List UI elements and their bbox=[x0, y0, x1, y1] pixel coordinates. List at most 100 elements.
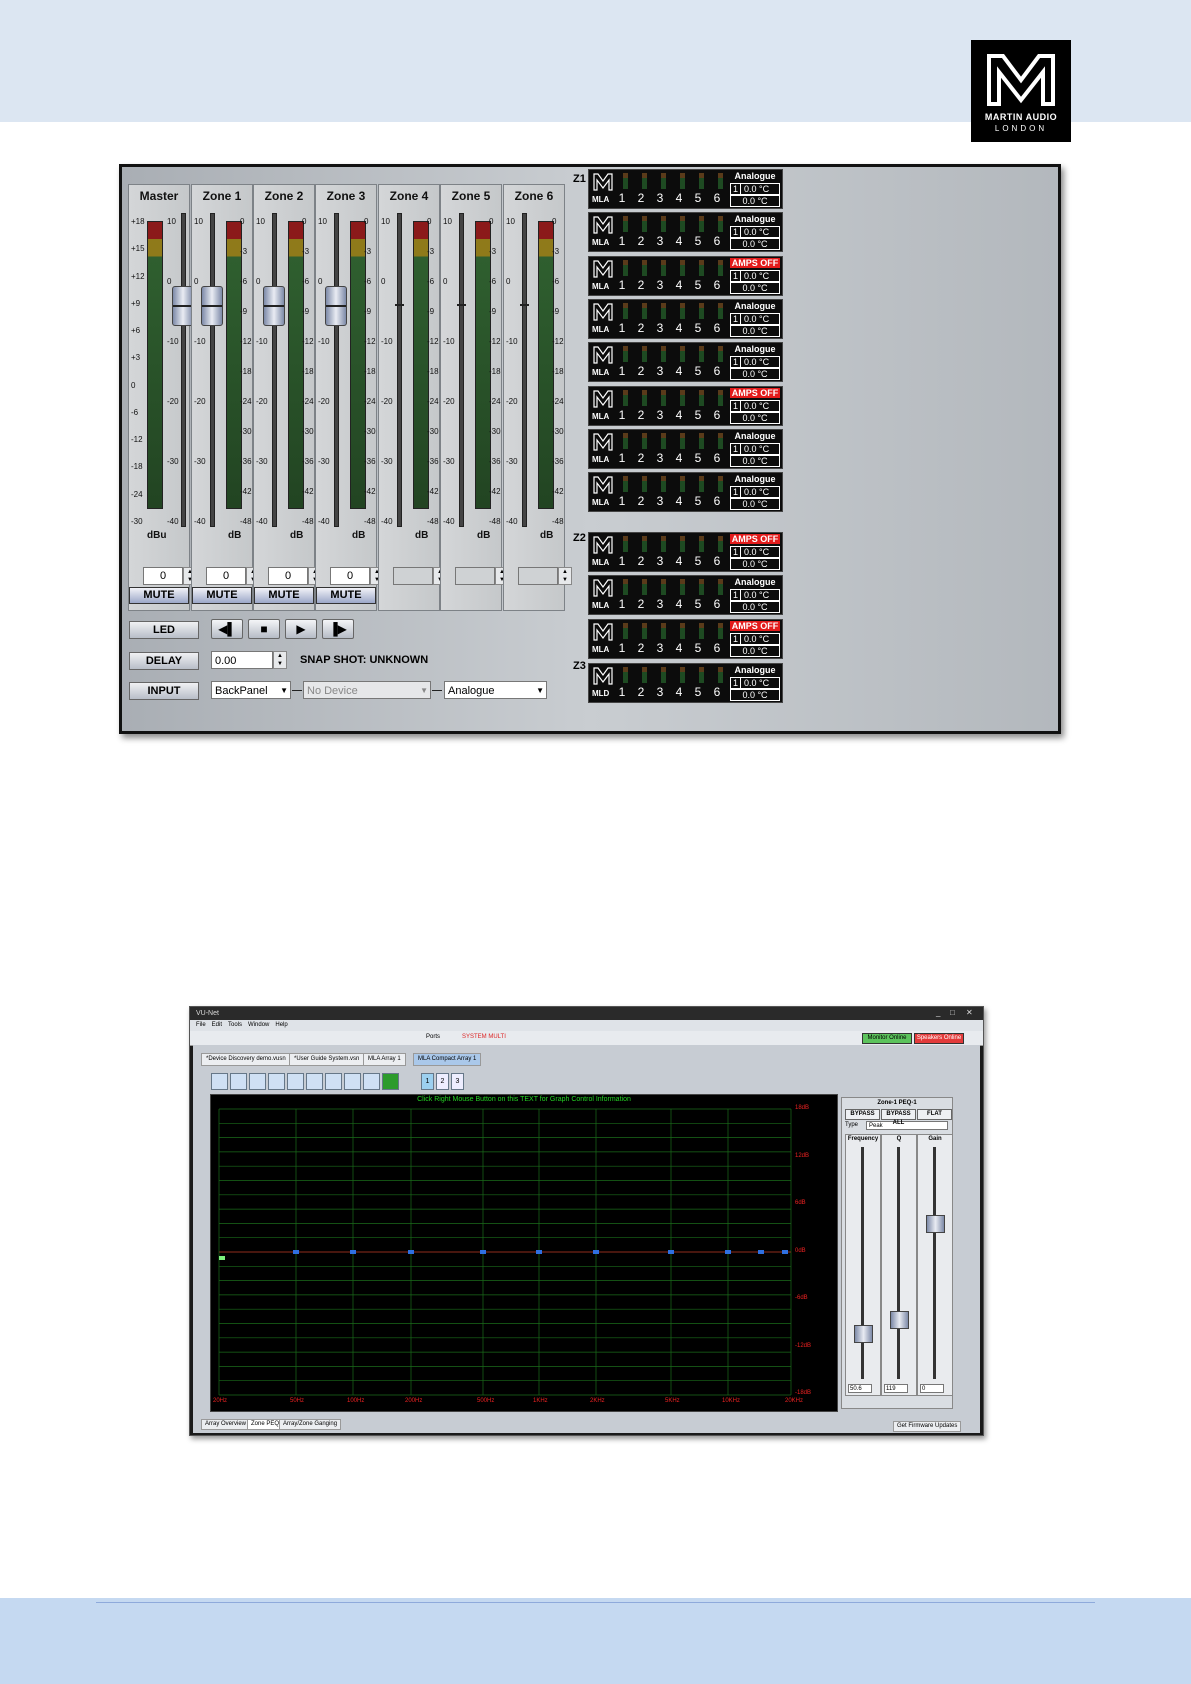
eq-band-handle[interactable] bbox=[725, 1250, 731, 1254]
menu-item[interactable]: Edit bbox=[212, 1022, 222, 1028]
graph-tool-icon[interactable] bbox=[249, 1073, 266, 1090]
mute-button[interactable]: MUTE bbox=[192, 587, 252, 604]
graph-tool-icon[interactable] bbox=[268, 1073, 285, 1090]
eq-band-handle[interactable] bbox=[408, 1250, 414, 1254]
graph-tool-icon[interactable] bbox=[344, 1073, 361, 1090]
page-button[interactable]: 1 bbox=[421, 1073, 434, 1090]
document-tab[interactable]: MLA Compact Array 1 bbox=[413, 1053, 482, 1066]
maximize-icon[interactable]: □ bbox=[950, 1008, 955, 1017]
level-spinbox[interactable]: 0 bbox=[206, 567, 246, 585]
page-button[interactable]: 2 bbox=[436, 1073, 449, 1090]
input-type-select[interactable]: Analogue ▼ bbox=[444, 681, 547, 699]
eq-band-handle[interactable] bbox=[782, 1250, 788, 1254]
peq-slider[interactable] bbox=[854, 1325, 873, 1343]
channel-number: 5 bbox=[694, 278, 702, 292]
menu-item[interactable]: File bbox=[196, 1022, 206, 1028]
eq-band-handle[interactable] bbox=[758, 1250, 764, 1254]
document-tab[interactable]: *User Guide System.vsn bbox=[289, 1053, 365, 1066]
amp-unit[interactable]: MLA 1 2 3 4 5 6 AMPS OFF 1 0.0 °C 0.0 °C bbox=[588, 619, 783, 659]
peq-button[interactable]: BYPASS ALL bbox=[881, 1109, 916, 1126]
firmware-update-button[interactable]: Get Firmware Updates bbox=[893, 1421, 962, 1432]
spin-arrows-icon[interactable]: ▲▼ bbox=[273, 651, 287, 669]
martin-logo-icon bbox=[593, 433, 613, 456]
amp-model: MLA bbox=[592, 645, 610, 654]
speakers-online-badge[interactable]: Speakers Online bbox=[914, 1033, 964, 1044]
document-tab[interactable]: *Device Discovery demo.vusn bbox=[201, 1053, 291, 1066]
menu-item[interactable]: Help bbox=[275, 1022, 287, 1028]
amp-unit[interactable]: MLA 1 2 3 4 5 6 AMPS OFF 1 0.0 °C 0.0 °C bbox=[588, 532, 783, 572]
temperature-readout: 0.0 °C bbox=[730, 412, 780, 424]
next-icon[interactable]: ▐▶ bbox=[322, 619, 354, 639]
amp-unit[interactable]: MLA 1 2 3 4 5 6 Analogue 1 0.0 °C 0.0 °C bbox=[588, 212, 783, 252]
amp-unit[interactable]: MLA 1 2 3 4 5 6 Analogue 1 0.0 °C 0.0 °C bbox=[588, 342, 783, 382]
volume-fader[interactable] bbox=[201, 286, 223, 326]
graph-tool-icon[interactable] bbox=[382, 1073, 399, 1090]
scale-label: 0 bbox=[302, 217, 307, 226]
martin-logo-icon bbox=[593, 667, 613, 690]
bottom-tab[interactable]: Zone PEQ bbox=[247, 1419, 284, 1430]
eq-band-handle[interactable] bbox=[593, 1250, 599, 1254]
stop-icon[interactable]: ■ bbox=[248, 619, 280, 639]
peq-value-field[interactable]: 0 bbox=[920, 1384, 944, 1393]
level-spinbox[interactable]: 0 bbox=[268, 567, 308, 585]
input-button[interactable]: INPUT bbox=[129, 682, 199, 700]
bottom-tab[interactable]: Array/Zone Ganging bbox=[279, 1419, 342, 1430]
eq-band-handle[interactable] bbox=[350, 1250, 356, 1254]
level-spinbox[interactable]: 0 bbox=[330, 567, 370, 585]
peq-value-field[interactable]: 119 bbox=[884, 1384, 908, 1393]
eq-band-handle[interactable] bbox=[219, 1256, 225, 1260]
peq-button[interactable]: FLAT bbox=[917, 1109, 952, 1120]
graph-tool-icon[interactable] bbox=[363, 1073, 380, 1090]
amp-unit[interactable]: MLA 1 2 3 4 5 6 AMPS OFF 1 0.0 °C 0.0 °C bbox=[588, 386, 783, 426]
channel-number: 5 bbox=[694, 597, 702, 611]
prev-icon[interactable]: ◀▌ bbox=[211, 619, 243, 639]
amp-unit[interactable]: MLA 1 2 3 4 5 6 Analogue 1 0.0 °C 0.0 °C bbox=[588, 429, 783, 469]
mute-button[interactable]: MUTE bbox=[254, 587, 314, 604]
menu-item[interactable]: Tools bbox=[228, 1022, 242, 1028]
minimize-icon[interactable]: _ bbox=[936, 1008, 940, 1017]
peq-button[interactable]: BYPASS bbox=[845, 1109, 880, 1120]
bottom-tab[interactable]: Array Overview bbox=[201, 1419, 251, 1430]
ports-label[interactable]: Ports bbox=[426, 1034, 440, 1040]
y-axis-label: 12dB bbox=[795, 1152, 810, 1159]
peq-type-select[interactable]: Peak bbox=[866, 1121, 948, 1130]
delay-input[interactable]: 0.00 bbox=[211, 651, 273, 669]
close-icon[interactable]: ✕ bbox=[966, 1008, 973, 1017]
graph-tool-icon[interactable] bbox=[230, 1073, 247, 1090]
graph-tool-icon[interactable] bbox=[325, 1073, 342, 1090]
scale-label: -48 bbox=[427, 517, 439, 526]
mute-button[interactable]: MUTE bbox=[129, 587, 189, 604]
volume-fader[interactable] bbox=[263, 286, 285, 326]
graph-tool-icon[interactable] bbox=[306, 1073, 323, 1090]
volume-fader[interactable] bbox=[325, 286, 347, 326]
peq-slider[interactable] bbox=[890, 1311, 909, 1329]
x-axis-label: 20Hz bbox=[213, 1398, 228, 1404]
led-button[interactable]: LED bbox=[129, 621, 199, 639]
eq-band-handle[interactable] bbox=[668, 1250, 674, 1254]
menu-item[interactable]: Window bbox=[248, 1022, 269, 1028]
amp-unit[interactable]: MLA 1 2 3 4 5 6 AMPS OFF 1 0.0 °C 0.0 °C bbox=[588, 256, 783, 296]
amp-unit[interactable]: MLA 1 2 3 4 5 6 Analogue 1 0.0 °C 0.0 °C bbox=[588, 299, 783, 339]
peq-slider[interactable] bbox=[926, 1215, 945, 1233]
amp-unit[interactable]: MLD 1 2 3 4 5 6 Analogue 1 0.0 °C 0.0 °C bbox=[588, 663, 783, 703]
peq-title: Zone-1 PEQ-1 bbox=[877, 1100, 917, 1106]
play-icon[interactable]: ▶ bbox=[285, 619, 317, 639]
eq-band-handle[interactable] bbox=[536, 1250, 542, 1254]
graph-tool-icon[interactable] bbox=[287, 1073, 304, 1090]
amp-unit[interactable]: MLA 1 2 3 4 5 6 Analogue 1 0.0 °C 0.0 °C bbox=[588, 575, 783, 615]
document-tab[interactable]: MLA Array 1 bbox=[363, 1053, 406, 1066]
level-spinbox[interactable]: 0 bbox=[143, 567, 183, 585]
monitor-online-badge[interactable]: Monitor Online bbox=[862, 1033, 912, 1044]
eq-graph[interactable]: Click Right Mouse Button on this TEXT fo… bbox=[210, 1094, 838, 1412]
input-source-select[interactable]: BackPanel ▼ bbox=[211, 681, 291, 699]
y-axis-label: -6dB bbox=[795, 1295, 808, 1301]
eq-band-handle[interactable] bbox=[480, 1250, 486, 1254]
delay-button[interactable]: DELAY bbox=[129, 652, 199, 670]
amp-unit[interactable]: MLA 1 2 3 4 5 6 Analogue 1 0.0 °C 0.0 °C bbox=[588, 472, 783, 512]
eq-band-handle[interactable] bbox=[293, 1250, 299, 1254]
amp-unit[interactable]: MLA 1 2 3 4 5 6 Analogue 1 0.0 °C 0.0 °C bbox=[588, 169, 783, 209]
graph-tool-icon[interactable] bbox=[211, 1073, 228, 1090]
mute-button[interactable]: MUTE bbox=[316, 587, 376, 604]
page-button[interactable]: 3 bbox=[451, 1073, 464, 1090]
peq-value-field[interactable]: 50.6 bbox=[848, 1384, 872, 1393]
